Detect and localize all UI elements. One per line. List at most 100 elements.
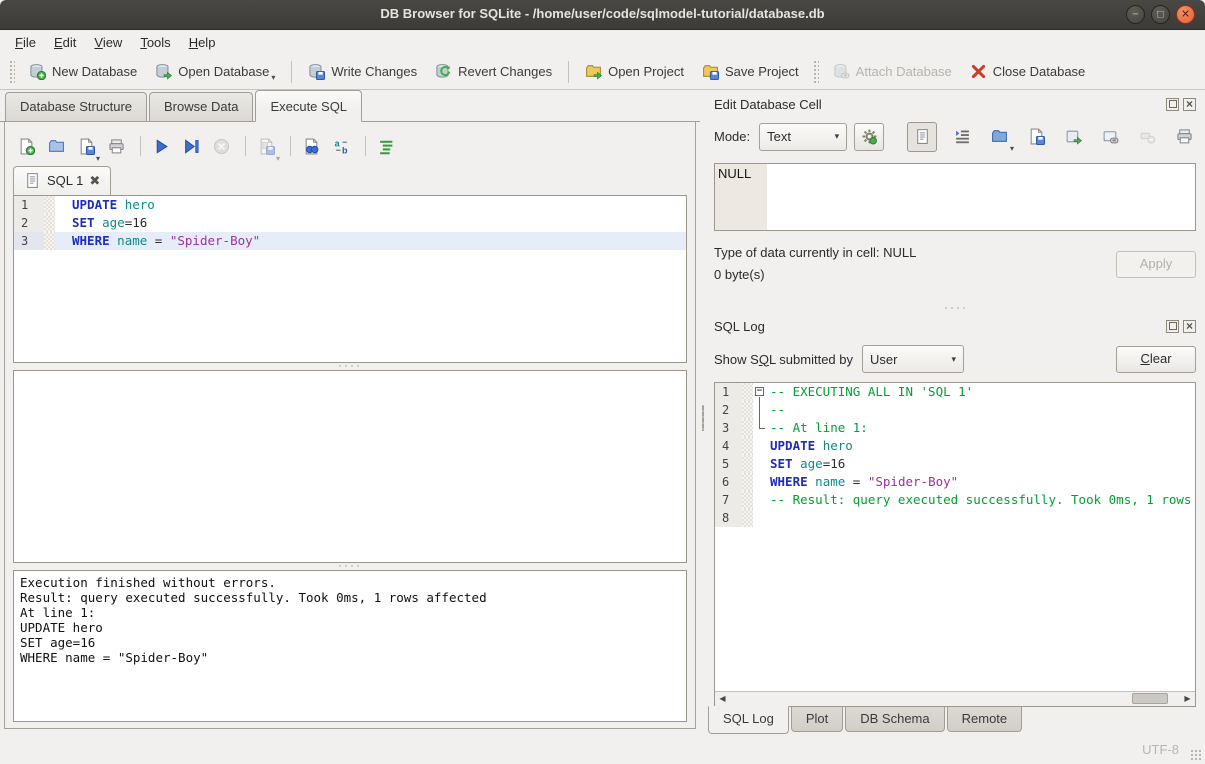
toolbar-separator — [245, 136, 246, 156]
attach-database-button[interactable]: Attach Database — [824, 58, 961, 85]
execute-all-button[interactable] — [148, 133, 175, 160]
open-sql-file-icon — [48, 138, 65, 155]
sql-log-view[interactable]: 1−-- EXECUTING ALL IN 'SQL 1'2--3-- At l… — [714, 382, 1196, 707]
splitter-left-right[interactable] — [700, 90, 706, 735]
menu-edit[interactable]: Edit — [45, 32, 85, 53]
new-sql-tab-button[interactable] — [13, 133, 40, 160]
dropdown-caret-icon[interactable]: ▾ — [96, 154, 100, 163]
print-sql-button[interactable] — [103, 133, 130, 160]
save-results-button[interactable]: ▾ — [253, 133, 280, 160]
tab-database-structure[interactable]: Database Structure — [5, 92, 147, 121]
sql-editor-tab[interactable]: SQL 1 ✖ — [13, 166, 111, 195]
save-sql-file-button[interactable]: ▾ — [73, 133, 100, 160]
auto-switch-mode-button[interactable] — [854, 123, 884, 151]
fold-margin — [742, 401, 753, 419]
new-database-button[interactable]: New Database — [20, 58, 146, 85]
revert-changes-button[interactable]: Revert Changes — [426, 58, 561, 85]
code-text: WHERE name = "Spider-Boy" — [69, 232, 260, 250]
word-wrap-button[interactable] — [950, 125, 974, 149]
execute-sql-toolbar: ▾ ▾ ab — [13, 128, 687, 164]
window-controls: − □ ✕ — [1126, 5, 1195, 24]
format-sql-button[interactable] — [373, 133, 400, 160]
bottom-tab-db-schema[interactable]: DB Schema — [845, 707, 944, 732]
menu-file[interactable]: File — [6, 32, 45, 53]
db-attach-icon — [833, 63, 850, 80]
collapse-icon[interactable]: − — [755, 387, 764, 396]
close-tab-icon[interactable]: ✖ — [89, 176, 100, 186]
code-line: 7-- Result: query executed successfully.… — [715, 491, 1195, 509]
print-cell-button[interactable] — [1172, 125, 1196, 149]
menu-help[interactable]: Help — [180, 32, 225, 53]
bottom-tab-bar: SQL LogPlotDB SchemaRemote — [706, 707, 1205, 735]
sql-editor[interactable]: 1UPDATE hero2SET age=163WHERE name = "Sp… — [13, 195, 687, 363]
write-changes-button[interactable]: Write Changes — [299, 58, 426, 85]
mode-select[interactable]: Text ▾ — [759, 123, 847, 151]
export-data-button[interactable] — [1024, 125, 1048, 149]
bottom-tab-plot[interactable]: Plot — [791, 707, 843, 732]
show-sql-submitted-by-label: Show SQL submitted by — [714, 352, 853, 367]
code-line: 3-- At line 1: — [715, 419, 1195, 437]
apply-button[interactable]: Apply — [1116, 251, 1196, 278]
menu-tools[interactable]: Tools — [131, 32, 179, 53]
submitted-by-select[interactable]: User ▾ — [862, 345, 964, 373]
fold-marker[interactable]: − — [753, 383, 767, 401]
code-line: 4UPDATE hero — [715, 437, 1195, 455]
fold-marker — [753, 473, 767, 491]
tab-browse-data[interactable]: Browse Data — [149, 92, 253, 121]
cell-size-info: 0 byte(s) — [714, 264, 1116, 286]
open-database-button[interactable]: Open Database▾ — [146, 58, 284, 85]
line-number: 1 — [715, 383, 742, 401]
sql-tab-label: SQL 1 — [47, 173, 83, 188]
open-project-button[interactable]: Open Project — [576, 58, 693, 85]
stop-execution-icon — [213, 138, 230, 155]
resize-grip[interactable] — [1190, 749, 1202, 761]
scroll-left-icon[interactable]: ◀ — [715, 692, 730, 706]
scroll-right-icon[interactable]: ▶ — [1180, 692, 1195, 706]
open-in-external-button[interactable] — [1061, 125, 1085, 149]
splitter-results-messages[interactable] — [13, 563, 687, 570]
float-dock-icon[interactable] — [1166, 320, 1179, 333]
menu-view[interactable]: View — [85, 32, 131, 53]
code-text: -- Result: query executed successfully. … — [767, 491, 1195, 509]
open-sql-file-button[interactable] — [43, 133, 70, 160]
clear-log-button[interactable]: Clear — [1116, 346, 1196, 373]
close-dock-icon[interactable] — [1183, 98, 1196, 111]
close-dock-icon[interactable] — [1183, 320, 1196, 333]
dropdown-caret-icon[interactable]: ▾ — [276, 154, 280, 163]
toolbar-drag-handle[interactable] — [813, 60, 819, 84]
status-bar: UTF-8 — [0, 735, 1205, 764]
execution-messages[interactable]: Execution finished without errors. Resul… — [13, 570, 687, 722]
splitter-editor-results[interactable] — [13, 363, 687, 370]
find-button[interactable] — [298, 133, 325, 160]
fold-margin — [742, 419, 753, 437]
close-database-button[interactable]: Close Database — [961, 58, 1095, 85]
execute-current-line-button[interactable] — [178, 133, 205, 160]
dropdown-caret-icon[interactable]: ▾ — [271, 73, 275, 82]
save-project-button[interactable]: Save Project — [693, 58, 808, 85]
bottom-tab-sql-log[interactable]: SQL Log — [708, 706, 789, 734]
float-dock-icon[interactable] — [1166, 98, 1179, 111]
splitter-cell-log[interactable] — [706, 304, 1205, 312]
copy-link-button[interactable] — [1098, 125, 1122, 149]
toolbar-drag-handle[interactable] — [9, 60, 15, 84]
dropdown-caret-icon[interactable]: ▾ — [1010, 144, 1014, 153]
close-button[interactable]: ✕ — [1176, 5, 1195, 24]
find-replace-button[interactable]: ab — [328, 133, 355, 160]
title-bar[interactable]: DB Browser for SQLite - /home/user/code/… — [0, 0, 1205, 30]
stop-execution-button[interactable] — [208, 133, 235, 160]
horizontal-scrollbar[interactable]: ◀ ▶ — [715, 691, 1195, 706]
scrollbar-thumb[interactable] — [1132, 693, 1168, 704]
set-null-button[interactable] — [1135, 125, 1159, 149]
tab-execute-sql[interactable]: Execute SQL — [255, 90, 362, 122]
text-document-button[interactable] — [907, 122, 937, 152]
import-data-button[interactable]: ▾ — [987, 125, 1011, 149]
fold-margin — [742, 383, 753, 401]
maximize-button[interactable]: □ — [1151, 5, 1170, 24]
code-text: SET age=16 — [767, 455, 845, 473]
save-results-icon — [258, 138, 275, 155]
minimize-button[interactable]: − — [1126, 5, 1145, 24]
cell-value-editor[interactable]: NULL — [714, 163, 1196, 231]
bottom-tab-remote[interactable]: Remote — [947, 707, 1023, 732]
find-replace-icon: ab — [333, 138, 350, 155]
results-pane[interactable] — [13, 370, 687, 563]
